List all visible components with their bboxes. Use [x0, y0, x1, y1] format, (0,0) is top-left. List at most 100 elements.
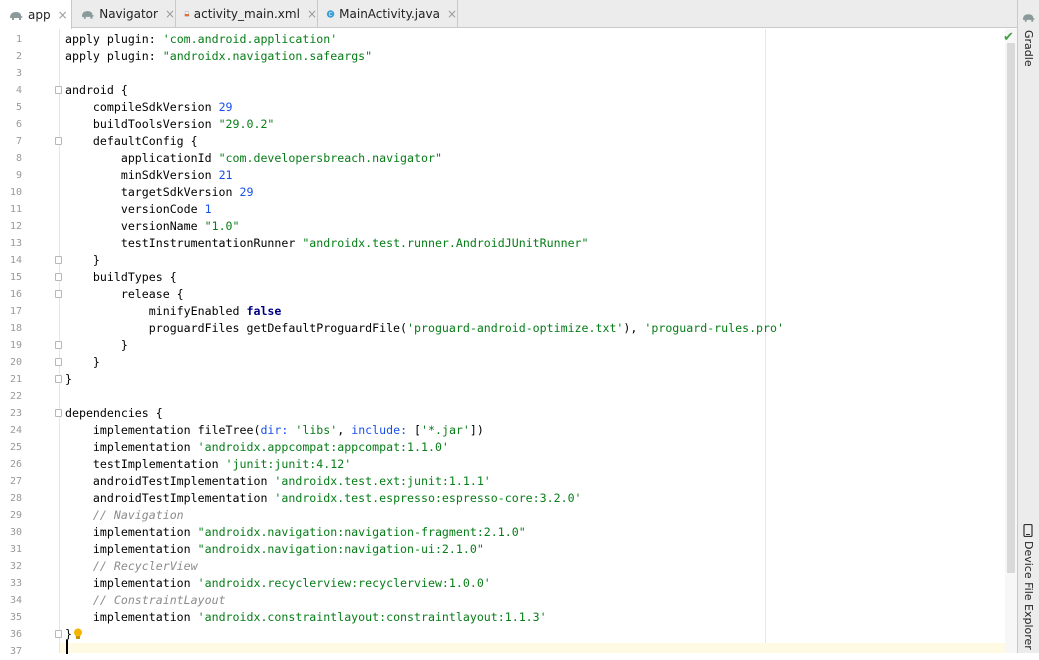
line-number: 23	[9, 408, 22, 419]
code-token: 'proguard-android-optimize.txt'	[407, 321, 624, 335]
code-line: buildToolsVersion "29.0.2"	[65, 116, 275, 133]
code-token: "androidx.navigation:navigation-ui:2.1.0…	[197, 542, 484, 556]
close-icon[interactable]: ×	[165, 7, 175, 21]
line-number: 15	[9, 272, 22, 283]
tab-mainactivity-java[interactable]: C MainActivity.java ×	[318, 0, 458, 28]
code-token: "com.developersbreach.navigator"	[218, 151, 442, 165]
fold-marker-icon[interactable]	[55, 409, 62, 417]
code-token: }	[65, 355, 100, 369]
code-line: release {	[65, 286, 184, 303]
line-number: 2	[15, 51, 22, 62]
line-number: 31	[9, 544, 22, 555]
code-line: targetSdkVersion 29	[65, 184, 254, 201]
close-icon[interactable]: ×	[447, 7, 457, 21]
right-tool-window-bar: Gradle Device File Explorer	[1017, 0, 1039, 653]
line-number: 6	[15, 119, 22, 130]
close-icon[interactable]: ×	[307, 7, 317, 21]
code-token: buildTypes {	[65, 270, 177, 284]
fold-marker-icon[interactable]	[55, 630, 62, 638]
code-token: 29	[239, 185, 254, 199]
fold-marker-icon[interactable]	[55, 341, 62, 349]
code-line: }	[65, 371, 72, 388]
line-number: 20	[9, 357, 22, 368]
scrollbar-thumb[interactable]	[1007, 43, 1015, 573]
fold-marker-icon[interactable]	[55, 375, 62, 383]
code-token: 'junit:junit:4.12'	[225, 457, 352, 471]
code-token: ])	[469, 423, 484, 437]
code-token: versionCode	[65, 202, 205, 216]
code-token: buildToolsVersion	[65, 117, 219, 131]
code-token: testInstrumentationRunner	[65, 236, 303, 250]
svg-text:C: C	[329, 12, 333, 18]
code-line: implementation 'androidx.constraintlayou…	[65, 609, 547, 626]
code-token: proguardFiles getDefaultProguardFile(	[65, 321, 408, 335]
code-line: androidTestImplementation 'androidx.test…	[65, 490, 582, 507]
fold-marker-icon[interactable]	[55, 86, 62, 94]
fold-marker-icon[interactable]	[55, 137, 62, 145]
device-file-explorer-button[interactable]: Device File Explorer	[1022, 541, 1035, 650]
code-line: minSdkVersion 21	[65, 167, 233, 184]
code-token: ),	[623, 321, 645, 335]
gradle-elephant-icon	[10, 11, 23, 20]
code-token: }	[65, 627, 72, 641]
line-number: 19	[9, 340, 22, 351]
line-number: 17	[9, 306, 22, 317]
code-token: compileSdkVersion	[65, 100, 219, 114]
gradle-elephant-icon	[1022, 14, 1036, 22]
code-token: android {	[65, 83, 128, 97]
code-token: }	[65, 338, 128, 352]
code-line: apply plugin: "androidx.navigation.safea…	[65, 48, 372, 65]
tab-activity-main-xml[interactable]: activity_main.xml ×	[176, 0, 318, 28]
code-token: defaultConfig {	[65, 134, 198, 148]
tab-app[interactable]: app ×	[0, 0, 72, 29]
code-token: implementation	[65, 525, 198, 539]
line-number: 28	[9, 493, 22, 504]
code-token: implementation fileTree(	[65, 423, 261, 437]
line-number: 7	[15, 136, 22, 147]
code-token: apply plugin:	[65, 32, 163, 46]
code-line: versionCode 1	[65, 201, 212, 218]
code-token: "androidx.navigation.safeargs"	[162, 49, 373, 63]
code-token: false	[246, 304, 282, 318]
tab-label: Navigator	[99, 7, 158, 21]
line-number: 18	[9, 323, 22, 334]
tab-label: activity_main.xml	[193, 7, 300, 21]
fold-marker-icon[interactable]	[55, 290, 62, 298]
code-token: "29.0.2"	[218, 117, 275, 131]
code-token: ,	[337, 423, 352, 437]
tab-label: MainActivity.java	[339, 7, 440, 21]
code-line: // RecyclerView	[65, 558, 198, 575]
code-editor[interactable]: apply plugin: 'com.android.application' a…	[60, 29, 1005, 653]
fold-marker-icon[interactable]	[55, 358, 62, 366]
fold-marker-icon[interactable]	[55, 273, 62, 281]
code-token: 'libs'	[295, 423, 338, 437]
lightbulb-icon[interactable]	[73, 628, 83, 640]
code-line: android {	[65, 82, 128, 99]
line-number: 1	[15, 34, 22, 45]
line-number: 22	[9, 391, 22, 402]
line-number: 25	[9, 442, 22, 453]
code-token: }	[65, 253, 100, 267]
gradle-tool-window-button[interactable]: Gradle	[1022, 30, 1035, 67]
code-token: androidTestImplementation	[65, 491, 275, 505]
tab-navigator[interactable]: Navigator ×	[72, 0, 176, 28]
code-token: // Navigation	[65, 508, 184, 522]
line-number: 32	[9, 561, 22, 572]
code-token: "1.0"	[204, 219, 240, 233]
code-line: }	[65, 354, 100, 371]
line-number: 37	[9, 646, 22, 657]
line-number: 8	[15, 153, 22, 164]
close-icon[interactable]: ×	[58, 8, 68, 22]
code-line: apply plugin: 'com.android.application'	[65, 31, 337, 48]
fold-marker-icon[interactable]	[55, 256, 62, 264]
code-token: minifyEnabled	[65, 304, 247, 318]
inspection-ok-icon[interactable]: ✔	[1003, 30, 1014, 45]
line-number: 33	[9, 578, 22, 589]
code-token: 'androidx.test.ext:junit:1.1.1'	[274, 474, 491, 488]
code-line: testImplementation 'junit:junit:4.12'	[65, 456, 351, 473]
code-token: versionName	[65, 219, 205, 233]
code-line: minifyEnabled false	[65, 303, 282, 320]
code-token: 21	[218, 168, 233, 182]
code-token: // RecyclerView	[65, 559, 198, 573]
line-number: 34	[9, 595, 22, 606]
